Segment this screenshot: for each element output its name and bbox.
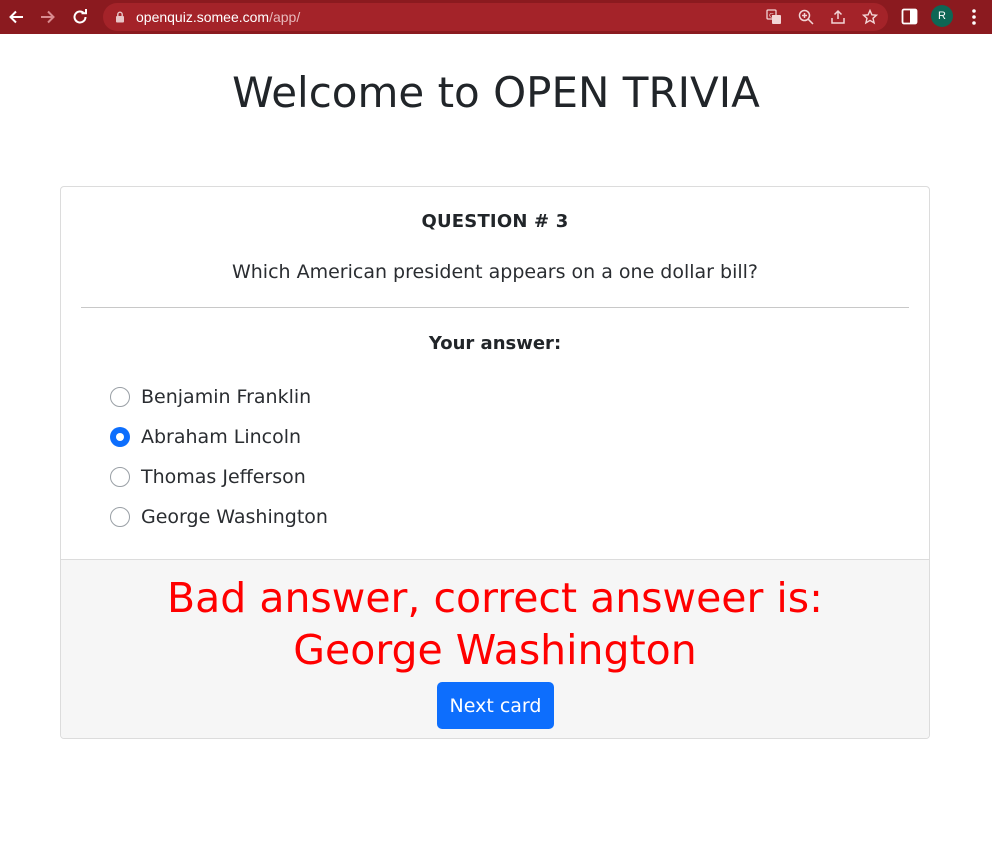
forward-arrow-icon[interactable] — [38, 7, 58, 27]
answer-option[interactable]: Thomas Jefferson — [110, 457, 328, 497]
quiz-card: QUESTION # 3 Which American president ap… — [60, 186, 930, 739]
answer-option-label: George Washington — [141, 506, 328, 528]
star-icon[interactable] — [862, 9, 878, 25]
next-card-button[interactable]: Next card — [437, 682, 554, 729]
kebab-menu-icon[interactable] — [969, 8, 979, 26]
radio-button[interactable] — [110, 507, 130, 527]
result-message: Bad answer, correct answeer is: George W… — [167, 574, 823, 674]
question-text: Which American president appears on a on… — [231, 261, 759, 283]
translate-icon[interactable]: G — [766, 9, 782, 25]
zoom-icon[interactable] — [798, 9, 814, 25]
radio-button[interactable] — [110, 467, 130, 487]
question-number: QUESTION # 3 — [421, 211, 569, 232]
url-host: openquiz.somee.com — [136, 9, 270, 25]
reload-icon[interactable] — [70, 7, 90, 27]
url-text: openquiz.somee.com/app/ — [136, 9, 300, 25]
avatar[interactable]: R — [931, 5, 953, 27]
address-bar[interactable]: openquiz.somee.com/app/ G — [103, 3, 888, 31]
lock-icon[interactable] — [115, 11, 125, 23]
answer-option-label: Abraham Lincoln — [141, 426, 302, 448]
page-title: Welcome to OPEN TRIVIA — [232, 68, 760, 117]
answer-options: Benjamin Franklin Abraham Lincoln Thomas… — [110, 377, 328, 537]
card-footer: Bad answer, correct answeer is: George W… — [61, 559, 929, 738]
answer-option[interactable]: George Washington — [110, 497, 328, 537]
side-panel-icon[interactable] — [901, 8, 918, 25]
answer-option-label: Benjamin Franklin — [141, 386, 312, 408]
back-arrow-icon[interactable] — [6, 7, 26, 27]
answer-heading: Your answer: — [428, 333, 562, 354]
share-icon[interactable] — [830, 9, 846, 25]
answer-option[interactable]: Benjamin Franklin — [110, 377, 328, 417]
svg-text:G: G — [769, 11, 774, 19]
radio-button-selected[interactable] — [110, 427, 130, 447]
divider — [81, 307, 909, 308]
answer-option[interactable]: Abraham Lincoln — [110, 417, 328, 457]
url-path: /app/ — [269, 9, 301, 25]
browser-toolbar: openquiz.somee.com/app/ G R — [0, 0, 992, 34]
answer-option-label: Thomas Jefferson — [141, 466, 306, 488]
radio-button[interactable] — [110, 387, 130, 407]
